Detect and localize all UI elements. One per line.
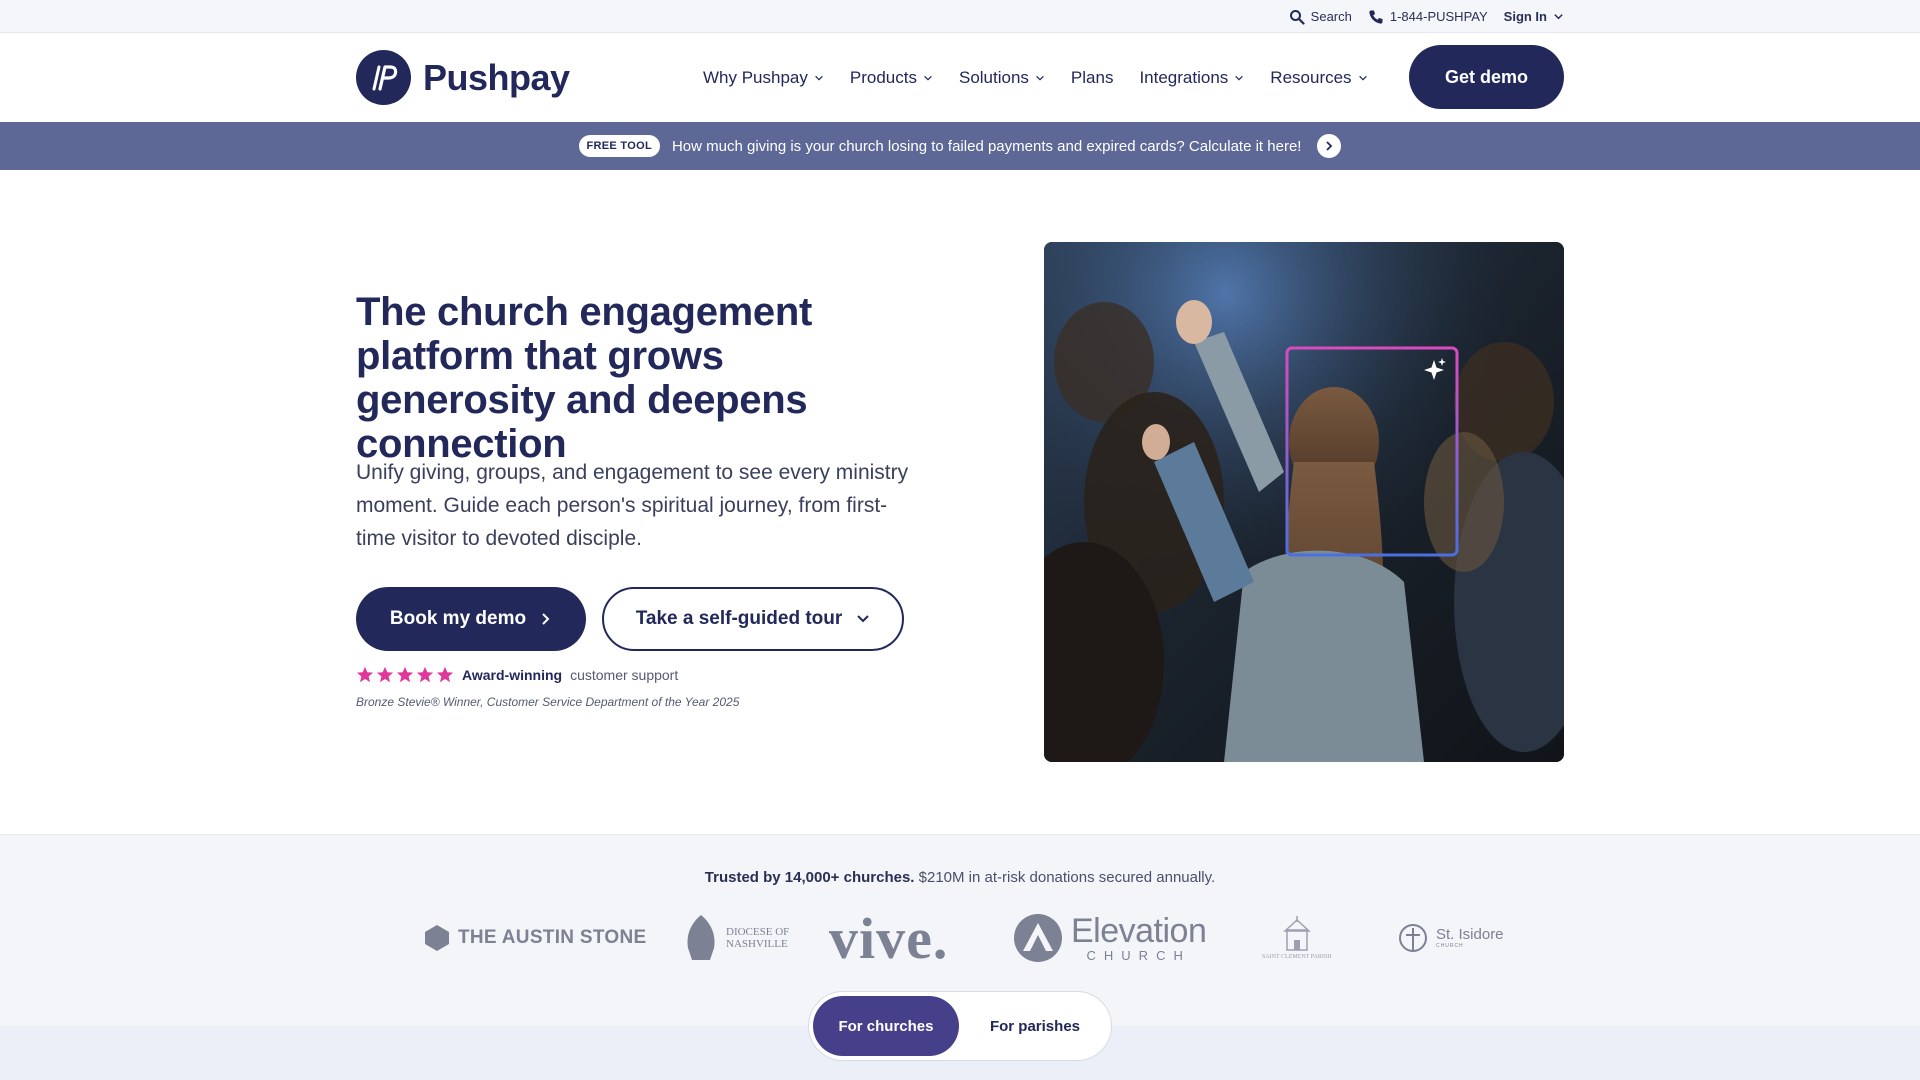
star-icon bbox=[416, 666, 434, 683]
utility-links: Search 1-844-PUSHPAY Sign In bbox=[1289, 0, 1564, 33]
elevation-mark-icon bbox=[1014, 914, 1062, 962]
nav-label: Resources bbox=[1270, 67, 1352, 87]
book-demo-button[interactable]: Book my demo bbox=[356, 587, 586, 651]
self-guided-tour-button[interactable]: Take a self-guided tour bbox=[602, 587, 904, 651]
chevron-down-icon bbox=[1036, 75, 1044, 81]
logo-text-line1: DIOCESE OF bbox=[726, 926, 790, 938]
toggle-for-parishes[interactable]: For parishes bbox=[963, 996, 1107, 1056]
pushpay-logo[interactable]: Pushpay bbox=[356, 50, 570, 105]
brand-name: Pushpay bbox=[423, 56, 570, 98]
trust-statement: Trusted by 14,000+ churches. $210M in at… bbox=[0, 869, 1920, 886]
nav-label: Integrations bbox=[1139, 67, 1229, 87]
search-label: Search bbox=[1310, 9, 1352, 24]
star-icon bbox=[436, 666, 454, 683]
search-icon bbox=[1289, 9, 1305, 25]
logo-text: THE AUSTIN STONE bbox=[458, 927, 647, 948]
rating-rest-text: customer support bbox=[570, 667, 679, 683]
get-demo-button[interactable]: Get demo bbox=[1409, 45, 1564, 109]
hero-subtitle: Unify giving, groups, and engagement to … bbox=[356, 461, 909, 550]
nav-resources[interactable]: Resources bbox=[1270, 68, 1367, 88]
logo-text-block: Elevation CHURCH bbox=[1071, 911, 1207, 963]
search-link[interactable]: Search bbox=[1289, 9, 1352, 25]
phone-icon bbox=[1369, 10, 1383, 24]
utility-bar: Search 1-844-PUSHPAY Sign In bbox=[0, 0, 1920, 33]
promo-link[interactable]: How much giving is your church losing to… bbox=[672, 138, 1302, 155]
nav-plans[interactable]: Plans bbox=[1071, 68, 1114, 88]
logo-text: SAINT CLEMENT PARISH bbox=[1262, 954, 1332, 960]
promo-banner: FREE TOOL How much giving is your church… bbox=[0, 122, 1920, 170]
chevron-down-icon bbox=[1358, 75, 1367, 81]
promo-arrow-button[interactable] bbox=[1317, 134, 1342, 158]
chevron-down-icon bbox=[857, 615, 869, 623]
nav-label: Plans bbox=[1070, 67, 1114, 87]
chevron-down-icon bbox=[1554, 14, 1563, 20]
free-tool-badge: FREE TOOL bbox=[578, 135, 660, 157]
hero-title: The church engagement platform that grow… bbox=[356, 290, 813, 466]
logo-text: vive. bbox=[829, 905, 949, 971]
star-icon bbox=[376, 666, 394, 683]
star-rating bbox=[356, 666, 454, 684]
trust-strong: Trusted by 14,000+ churches. bbox=[704, 869, 915, 886]
worship-crowd-photo bbox=[1044, 242, 1564, 762]
church-building-icon bbox=[1282, 916, 1311, 951]
chevron-down-icon bbox=[815, 75, 823, 81]
nav-integrations[interactable]: Integrations bbox=[1139, 68, 1244, 88]
client-logos: THE AUSTIN STONE DIOCESE OF NASHVILLE vi… bbox=[0, 903, 1920, 973]
hero-image bbox=[1044, 242, 1564, 762]
star-icon bbox=[396, 666, 414, 683]
nav-products[interactable]: Products bbox=[850, 68, 933, 88]
pushpay-logo-icon bbox=[356, 50, 411, 105]
rating-strong-text: Award-winning bbox=[462, 667, 563, 683]
nav-label: Solutions bbox=[958, 67, 1029, 87]
cross-circle-icon bbox=[1399, 924, 1427, 952]
nav-label: Products bbox=[849, 67, 917, 87]
hexagon-icon bbox=[425, 925, 449, 951]
chevron-down-icon bbox=[924, 75, 932, 81]
logo-austin-stone: THE AUSTIN STONE bbox=[424, 903, 646, 973]
award-note: Bronze Stevie® Winner, Customer Service … bbox=[356, 695, 740, 709]
toggle-for-churches[interactable]: For churches bbox=[813, 996, 959, 1056]
trust-rest: $210M in at-risk donations secured annua… bbox=[918, 869, 1216, 886]
logo-text-block: St. Isidore CHURCH bbox=[1436, 926, 1504, 950]
nav-why-pushpay[interactable]: Why Pushpay bbox=[703, 68, 824, 88]
logo-subtext: CHURCH bbox=[1436, 943, 1464, 949]
chevron-right-icon bbox=[1326, 141, 1333, 151]
logo-saint-clement: SAINT CLEMENT PARISH bbox=[1262, 903, 1332, 973]
rating: Award-winning customer support bbox=[356, 666, 678, 684]
logo-text-line2: NASHVILLE bbox=[726, 938, 788, 950]
star-icon bbox=[356, 666, 374, 683]
logo-subtext: CHURCH bbox=[1086, 947, 1191, 963]
tour-label: Take a self-guided tour bbox=[635, 608, 843, 629]
audience-toggle: For churches For parishes bbox=[808, 991, 1112, 1061]
chevron-right-icon bbox=[542, 613, 550, 625]
logo-diocese-nashville: DIOCESE OF NASHVILLE bbox=[684, 903, 789, 973]
phone-link[interactable]: 1-844-PUSHPAY bbox=[1368, 9, 1488, 25]
book-demo-label: Book my demo bbox=[389, 608, 527, 629]
nav-solutions[interactable]: Solutions bbox=[959, 68, 1045, 88]
nav-label: Why Pushpay bbox=[703, 67, 808, 87]
logo-vive: vive. bbox=[829, 903, 948, 973]
logo-text: St. Isidore bbox=[1436, 926, 1504, 943]
logo-st-isidore: St. Isidore CHURCH bbox=[1398, 903, 1504, 973]
primary-nav: Why Pushpay Products Solutions Plans Int… bbox=[703, 33, 1394, 122]
signin-label: Sign In bbox=[1503, 9, 1547, 24]
signin-menu[interactable]: Sign In bbox=[1504, 9, 1564, 24]
chevron-down-icon bbox=[1235, 75, 1244, 81]
logo-text-block: DIOCESE OF NASHVILLE bbox=[726, 926, 789, 950]
mitre-icon bbox=[687, 915, 715, 960]
logo-elevation-church: Elevation CHURCH bbox=[1013, 903, 1207, 973]
logo-text: Elevation bbox=[1071, 911, 1207, 950]
phone-label: 1-844-PUSHPAY bbox=[1389, 9, 1488, 24]
main-nav: Pushpay Why Pushpay Products Solutions P… bbox=[0, 33, 1920, 122]
